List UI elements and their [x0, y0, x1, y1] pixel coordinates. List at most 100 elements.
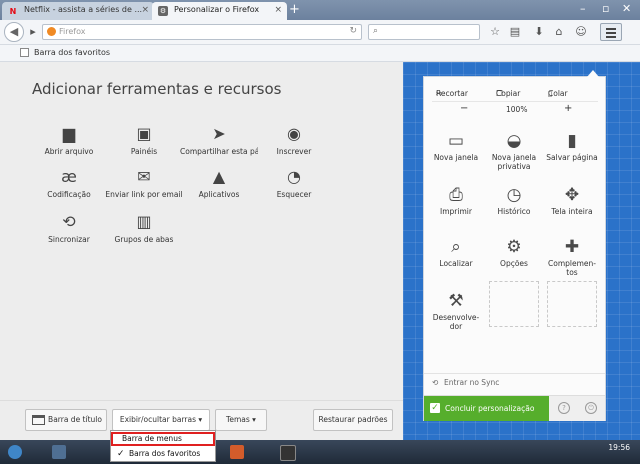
find-icon: ⌕: [451, 237, 461, 257]
firefox-icon: [47, 27, 56, 36]
empty-slot[interactable]: [547, 281, 597, 327]
home-icon[interactable]: ⌂: [552, 25, 566, 39]
taskbar-app-icon[interactable]: [52, 445, 66, 459]
palette-item-forget[interactable]: ◔ Esquecer: [255, 167, 333, 199]
panel-item-find[interactable]: ⌕ Localizar: [430, 237, 482, 268]
forward-icon[interactable]: ▸: [26, 25, 40, 39]
menu-item-menu-bar[interactable]: Barra de menus: [111, 432, 215, 446]
panel-item-addons[interactable]: ✚ Complemen-tos: [546, 237, 598, 277]
start-icon[interactable]: [8, 445, 22, 459]
panel-item-developer[interactable]: ⚒ Desenvolve-dor: [430, 291, 482, 331]
exit-customization-button[interactable]: ✓ Concluir personalização: [424, 396, 549, 421]
search-icon: ⌕: [373, 26, 379, 36]
bookmarks-folder-icon: [20, 48, 29, 57]
search-bar[interactable]: ⌕: [368, 24, 480, 40]
menu-button[interactable]: [600, 23, 622, 41]
toolbars-toggle-button[interactable]: Exibir/ocultar barras ▾: [112, 409, 210, 431]
panel-item-new-window[interactable]: ▭ Nova janela: [430, 131, 482, 162]
rss-icon: ◉: [287, 124, 301, 143]
palette-item-open-file[interactable]: ▆ Abrir arquivo: [30, 124, 108, 156]
panel-item-options[interactable]: ⚙ Opções: [488, 237, 540, 268]
panel-footer: ✓ Concluir personalização ? ⏻: [424, 395, 605, 421]
navigation-bar: ◀ ▸ Firefox ↻ ⌕ ☆ ▤ ⬇ ⌂ ☺: [0, 20, 640, 45]
panel-item-fullscreen[interactable]: ✥ Tela inteira: [546, 185, 598, 216]
tab-title: Netflix - assista a séries de ...: [24, 5, 143, 14]
tab-strip: N Netflix - assista a séries de ... × ⚙ …: [0, 0, 640, 20]
titlebar-icon: [32, 415, 45, 425]
palette-item-apps[interactable]: ▲ Aplicativos: [180, 167, 258, 199]
bookmark-star-icon[interactable]: ☆: [488, 25, 502, 39]
palette-item-sync[interactable]: ⟲ Sincronizar: [30, 212, 108, 244]
new-tab-icon[interactable]: +: [289, 2, 300, 17]
menu-panel-area: ✂ Recortar ❐ Copiar ▯ Colar − 100% + ▭ N…: [403, 62, 640, 440]
menu-item-bookmarks-bar[interactable]: ✓ Barra dos favoritos: [111, 447, 215, 461]
zoom-controls: − 100% +: [432, 101, 598, 120]
url-placeholder: Firefox: [59, 27, 86, 36]
encoding-icon: æ: [61, 167, 77, 186]
palette-item-share[interactable]: ➤ Compartilhar esta pá...: [180, 124, 258, 156]
empty-slot[interactable]: [489, 281, 539, 327]
tab-groups-icon: ▥: [136, 212, 152, 231]
bookmarks-menu-icon[interactable]: ▤: [508, 25, 522, 39]
sync-signin-row[interactable]: ⟲ Entrar no Sync: [424, 373, 605, 392]
minimize-icon[interactable]: –: [580, 2, 586, 15]
bookmarks-toolbar: Barra dos favoritos: [0, 45, 640, 62]
checkmark-icon: ✓: [117, 449, 125, 459]
rocket-icon: ▲: [212, 167, 226, 186]
tab-title: Personalizar o Firefox: [174, 5, 260, 14]
zoom-out-button[interactable]: −: [460, 103, 468, 114]
themes-button[interactable]: Temas ▾: [215, 409, 267, 431]
downloads-icon[interactable]: ⬇: [532, 25, 546, 39]
taskbar-app-icon[interactable]: [280, 445, 296, 461]
windows-taskbar: 19:56: [0, 440, 640, 464]
panel-item-private-window[interactable]: ◒ Nova janela privativa: [488, 131, 540, 171]
url-bar[interactable]: Firefox ↻: [42, 24, 362, 40]
taskbar-clock: 19:56: [608, 443, 630, 452]
titlebar-toggle-button[interactable]: Barra de título: [25, 409, 107, 431]
panels-icon: ▣: [136, 124, 152, 143]
palette-item-encoding[interactable]: æ Codificação: [30, 167, 108, 199]
maximize-icon[interactable]: ▫: [602, 2, 609, 15]
close-tab-icon[interactable]: ×: [141, 5, 149, 15]
palette-item-tab-groups[interactable]: ▥ Grupos de abas: [105, 212, 183, 244]
checkmark-icon: ✓: [430, 403, 440, 413]
palette-item-subscribe[interactable]: ◉ Inscrever: [255, 124, 333, 156]
fullscreen-icon: ✥: [564, 185, 580, 205]
private-window-icon: ◒: [506, 131, 522, 151]
gear-icon: ⚙: [158, 6, 168, 16]
panel-item-print[interactable]: ⎙ Imprimir: [430, 185, 482, 216]
print-icon: ⎙: [449, 185, 463, 205]
zoom-reset-button[interactable]: 100%: [506, 105, 527, 114]
save-page-icon: ▮: [567, 131, 577, 151]
tab-netflix[interactable]: N Netflix - assista a séries de ... ×: [2, 2, 154, 20]
palette-item-email-link[interactable]: ✉ Enviar link por email: [105, 167, 183, 199]
sync-icon: ⟲: [62, 212, 76, 231]
edit-controls: ✂ Recortar ❐ Copiar ▯ Colar: [436, 89, 568, 98]
quit-icon[interactable]: ⏻: [585, 402, 597, 414]
help-icon[interactable]: ?: [558, 402, 570, 414]
close-tab-icon[interactable]: ×: [274, 5, 282, 15]
bookmarks-toolbar-label: Barra dos favoritos: [34, 48, 111, 57]
back-button[interactable]: ◀: [4, 22, 24, 42]
developer-icon: ⚒: [448, 291, 464, 311]
history-icon: ◷: [506, 185, 522, 205]
menu-panel: ✂ Recortar ❐ Copiar ▯ Colar − 100% + ▭ N…: [423, 70, 606, 421]
palette-title: Adicionar ferramentas e recursos: [32, 80, 282, 98]
palette-item-panels[interactable]: ▣ Painéis: [105, 124, 183, 156]
folder-icon: ▆: [62, 124, 76, 143]
sync-icon: ⟲: [432, 378, 439, 387]
reload-icon[interactable]: ↻: [349, 26, 357, 36]
taskbar-app-icon[interactable]: [230, 445, 244, 459]
options-icon: ⚙: [506, 237, 522, 257]
restore-defaults-button[interactable]: Restaurar padrões: [313, 409, 393, 431]
panel-item-save-page[interactable]: ▮ Salvar página: [546, 131, 598, 162]
forget-icon: ◔: [287, 167, 301, 186]
toolbars-dropdown-menu: Barra de menus ✓ Barra dos favoritos: [110, 430, 216, 462]
netflix-icon: N: [9, 6, 17, 16]
hello-icon[interactable]: ☺: [574, 25, 588, 39]
panel-item-history[interactable]: ◷ Histórico: [488, 185, 540, 216]
dropdown-arrow-icon: ▾: [252, 415, 256, 424]
zoom-in-button[interactable]: +: [564, 103, 572, 114]
tab-customize[interactable]: ⚙ Personalizar o Firefox ×: [152, 2, 287, 20]
close-window-icon[interactable]: ✕: [622, 2, 631, 15]
